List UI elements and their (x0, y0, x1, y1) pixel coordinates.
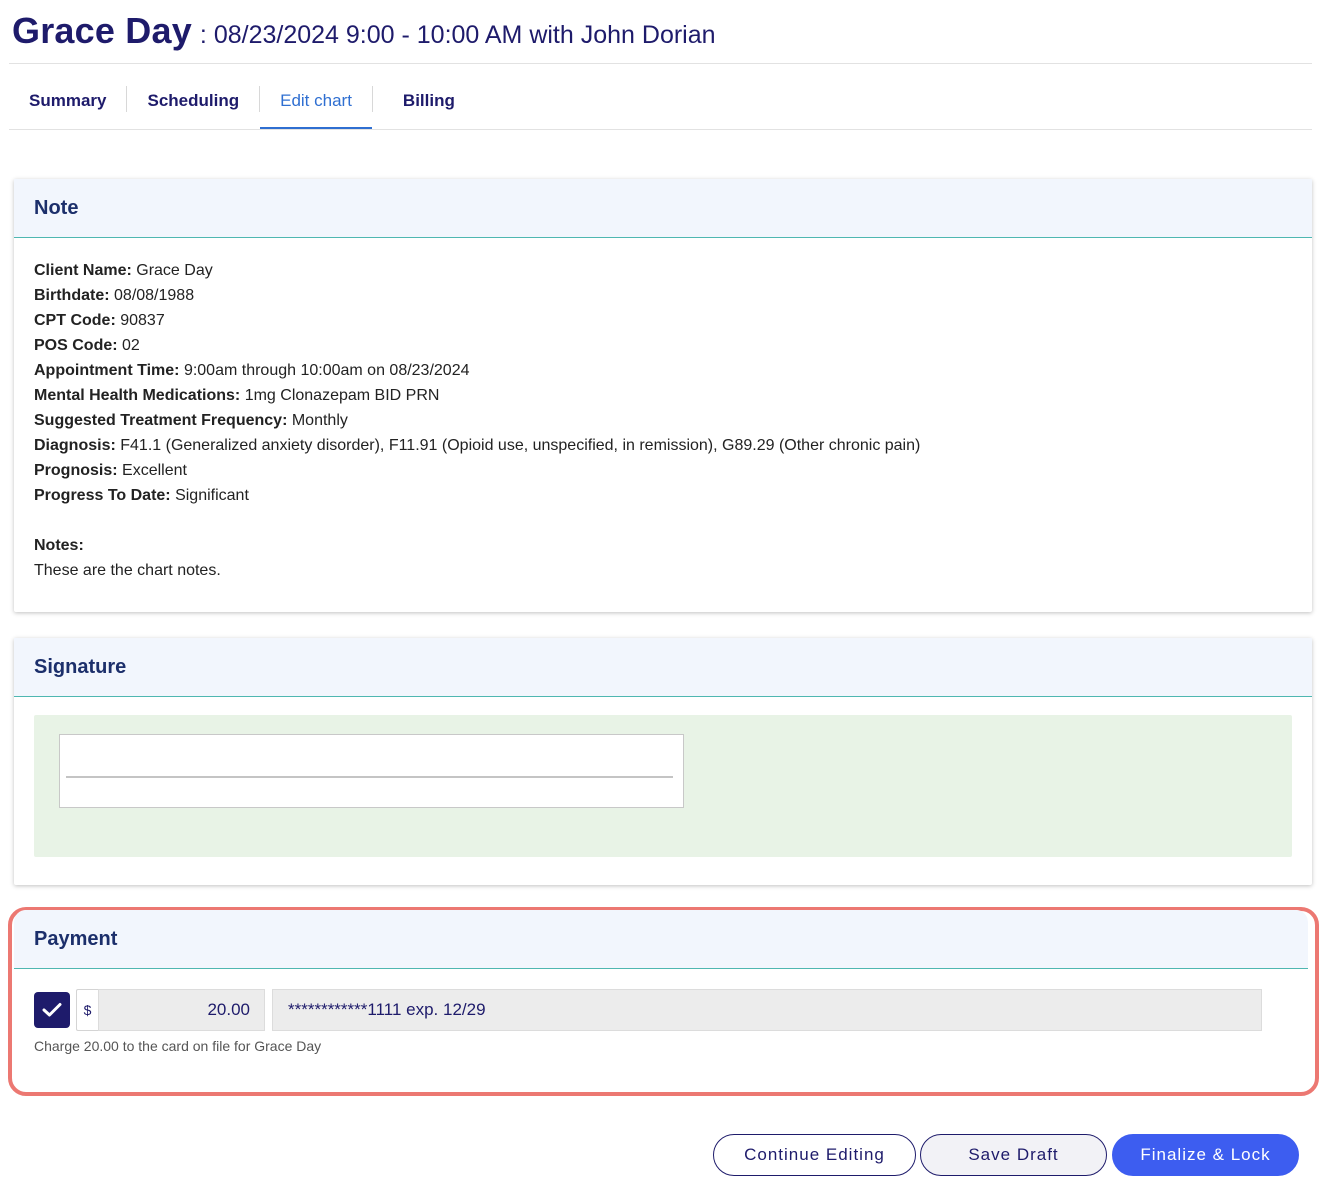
payment-card-header: Payment (14, 910, 1308, 969)
field-label: Mental Health Medications: (34, 387, 241, 404)
signature-card-title: Signature (34, 655, 127, 678)
field-label: Diagnosis: (34, 437, 116, 454)
header-divider (9, 63, 1312, 64)
tab-summary[interactable]: Summary (9, 72, 126, 129)
payment-card-title: Payment (34, 927, 118, 950)
payment-row: $ 20.00 ************1111 exp. 12/29 (34, 989, 1262, 1031)
note-field-client-name: Client Name: Grace Day (34, 258, 1292, 283)
note-card: Note Client Name: Grace Day Birthdate: 0… (14, 179, 1312, 612)
note-field-prognosis: Prognosis: Excellent (34, 458, 1292, 483)
field-label: Progress To Date: (34, 487, 171, 504)
field-label: Suggested Treatment Frequency: (34, 412, 288, 429)
note-field-birthdate: Birthdate: 08/08/1988 (34, 283, 1292, 308)
tab-scheduling[interactable]: Scheduling (127, 72, 259, 129)
note-field-medications: Mental Health Medications: 1mg Clonazepa… (34, 383, 1292, 408)
field-label: Birthdate: (34, 287, 110, 304)
appointment-info: : 08/23/2024 9:00 - 10:00 AM with John D… (199, 21, 716, 49)
page-header: Grace Day : 08/23/2024 9:00 - 10:00 AM w… (12, 10, 716, 62)
field-value: Significant (175, 487, 249, 504)
field-value: 02 (122, 337, 140, 354)
note-field-diagnosis: Diagnosis: F41.1 (Generalized anxiety di… (34, 433, 1292, 458)
tab-edit-chart-label: Edit chart (280, 90, 352, 110)
tab-summary-label: Summary (29, 90, 107, 110)
signature-card-header: Signature (14, 638, 1312, 697)
field-value: Grace Day (136, 262, 213, 279)
continue-editing-button[interactable]: Continue Editing (713, 1134, 916, 1176)
notes-block: Notes: These are the chart notes. (34, 533, 1292, 583)
tab-billing-label: Billing (402, 90, 455, 110)
save-draft-button[interactable]: Save Draft (920, 1134, 1107, 1176)
signature-line (66, 776, 673, 778)
signature-area (34, 715, 1292, 857)
tabs-divider (9, 129, 1312, 130)
payment-help-text: Charge 20.00 to the card on file for Gra… (34, 1038, 322, 1054)
note-card-header: Note (14, 179, 1312, 238)
field-label: Appointment Time: (34, 362, 180, 379)
notes-text: These are the chart notes. (34, 562, 221, 579)
tab-edit-chart[interactable]: Edit chart (260, 72, 372, 129)
note-body: Client Name: Grace Day Birthdate: 08/08/… (14, 238, 1312, 583)
client-name-title: Grace Day (12, 10, 192, 51)
field-value: F41.1 (Generalized anxiety disorder), F1… (120, 437, 921, 454)
field-label: Prognosis: (34, 462, 118, 479)
field-value: 1mg Clonazepam BID PRN (244, 387, 440, 404)
signature-card: Signature (14, 638, 1312, 885)
tab-bar: Summary Scheduling Edit chart Billing (9, 72, 475, 129)
note-card-title: Note (34, 196, 79, 219)
note-field-cpt-code: CPT Code: 90837 (34, 308, 1292, 333)
field-value: 08/08/1988 (114, 287, 195, 304)
field-label: POS Code: (34, 337, 118, 354)
signature-pad[interactable] (59, 734, 684, 808)
card-on-file-field[interactable]: ************1111 exp. 12/29 (272, 989, 1262, 1031)
amount-input[interactable]: 20.00 (98, 989, 265, 1031)
field-value: 9:00am through 10:00am on 08/23/2024 (183, 362, 470, 379)
notes-label: Notes: (34, 533, 1292, 558)
note-field-treatment-frequency: Suggested Treatment Frequency: Monthly (34, 408, 1292, 433)
note-field-progress: Progress To Date: Significant (34, 483, 1292, 508)
field-value: 90837 (120, 312, 165, 329)
currency-prefix: $ (76, 989, 98, 1031)
charge-checkbox[interactable] (34, 992, 70, 1028)
action-buttons: Continue Editing Save Draft Finalize & L… (713, 1134, 1299, 1176)
tab-billing[interactable]: Billing (373, 72, 475, 129)
field-label: CPT Code: (34, 312, 116, 329)
notes-label-text: Notes: (34, 537, 84, 554)
note-field-pos-code: POS Code: 02 (34, 333, 1292, 358)
tab-scheduling-label: Scheduling (147, 90, 240, 110)
payment-card: Payment $ 20.00 ************1111 exp. 12… (14, 910, 1308, 1086)
checkmark-icon (42, 1003, 62, 1017)
field-value: Monthly (291, 412, 348, 429)
note-field-appointment-time: Appointment Time: 9:00am through 10:00am… (34, 358, 1292, 383)
field-label: Client Name: (34, 262, 132, 279)
finalize-lock-button[interactable]: Finalize & Lock (1112, 1134, 1299, 1176)
field-value: Excellent (122, 462, 187, 479)
